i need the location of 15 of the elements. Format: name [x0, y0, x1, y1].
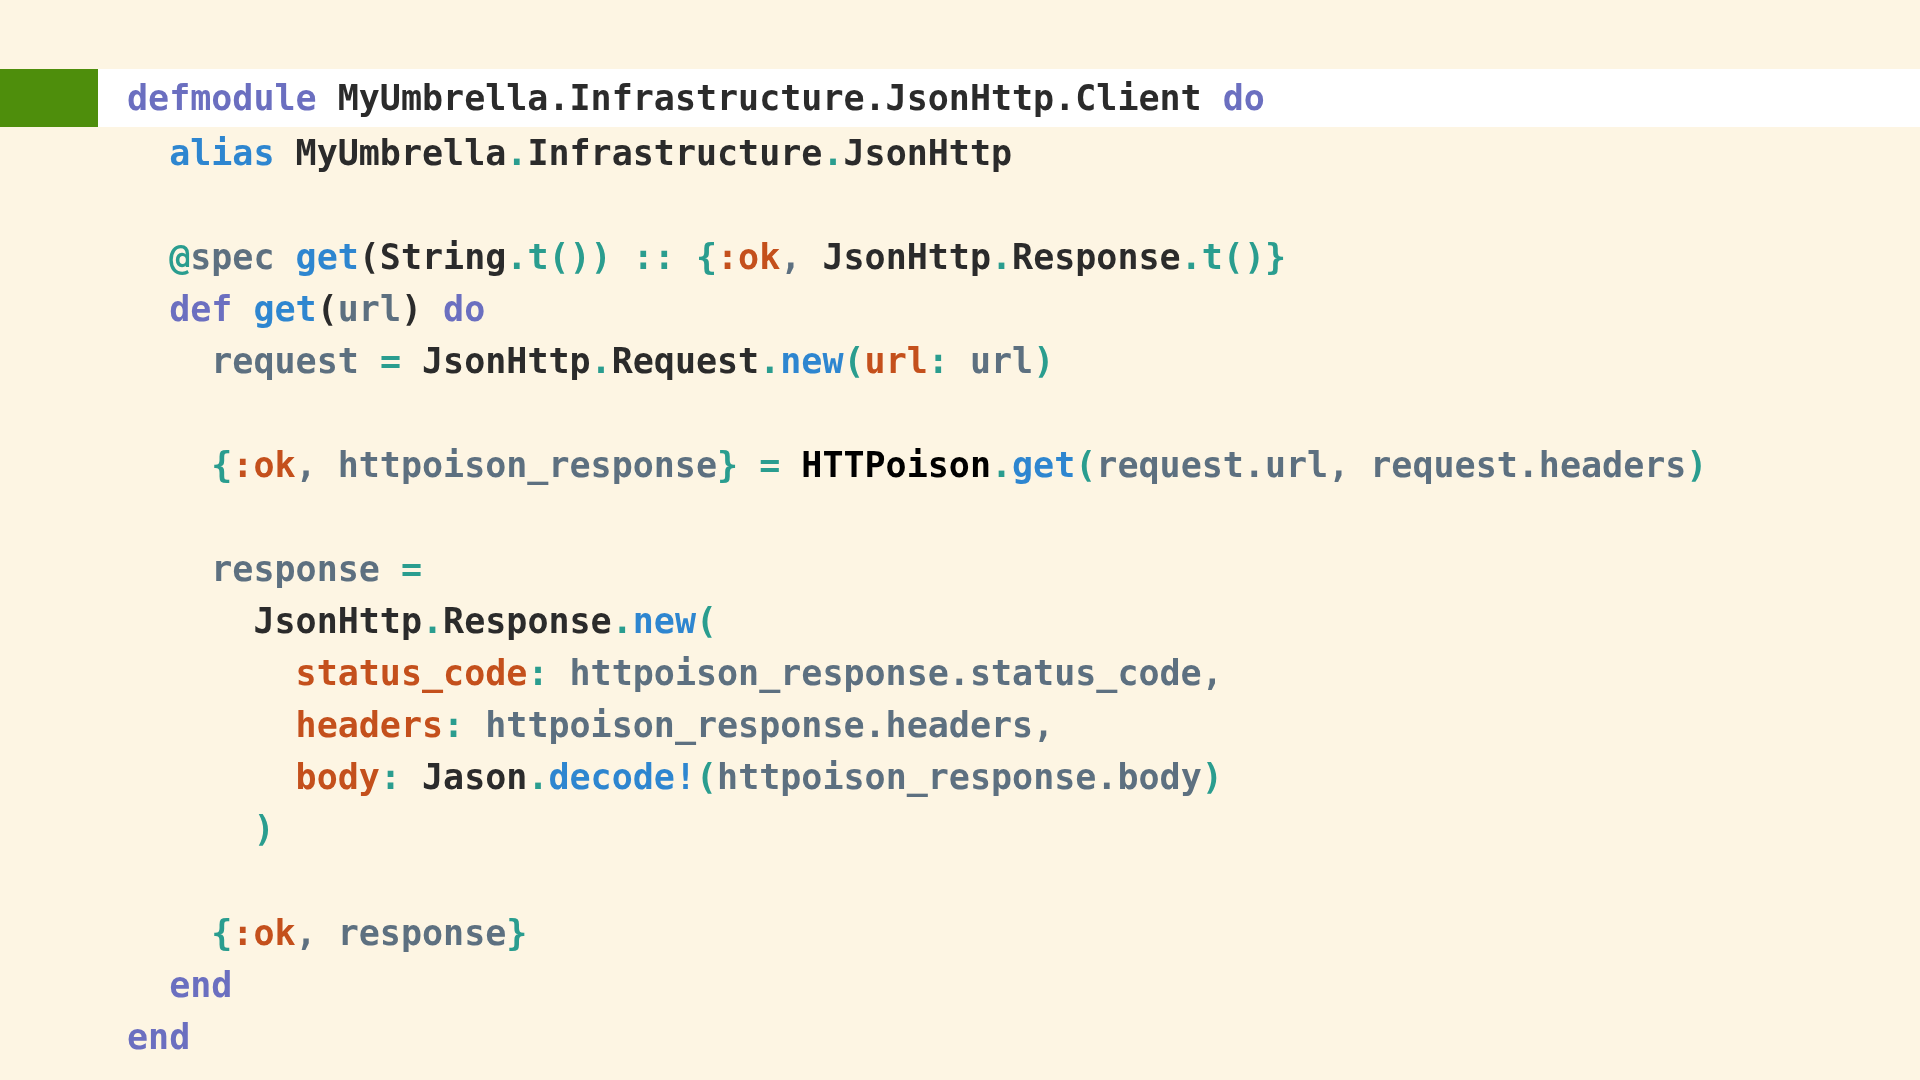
- code-line: response =: [210, 548, 422, 591]
- code-line: defmodule MyUmbrella.Infrastructure.JsonHttp.Client do: [127, 77, 1265, 120]
- code-line: @spec get(String.t()) :: {:ok, JsonHttp.Response.t()}: [168, 236, 1287, 279]
- code-line: end: [127, 1016, 191, 1059]
- code-line: end: [168, 964, 233, 1007]
- code-line: body: Jason.decode!(httpoison_response.body): [294, 756, 1223, 799]
- code-line: {:ok, httpoison_response} = HTTPoison.get(request.url, request.headers): [210, 444, 1708, 487]
- code-line: status_code: httpoison_response.status_code,: [294, 652, 1223, 695]
- code-line: alias MyUmbrella.Infrastructure.JsonHttp: [168, 132, 1013, 175]
- code-line: {:ok, response}: [210, 912, 528, 955]
- code-line: JsonHttp.Response.new(: [252, 600, 718, 643]
- code-line: def get(url) do: [168, 288, 486, 331]
- code-line: ): [252, 808, 275, 851]
- code-line: headers: httpoison_response.headers,: [294, 704, 1055, 747]
- code-line: request = JsonHttp.Request.new(url: url): [210, 340, 1055, 383]
